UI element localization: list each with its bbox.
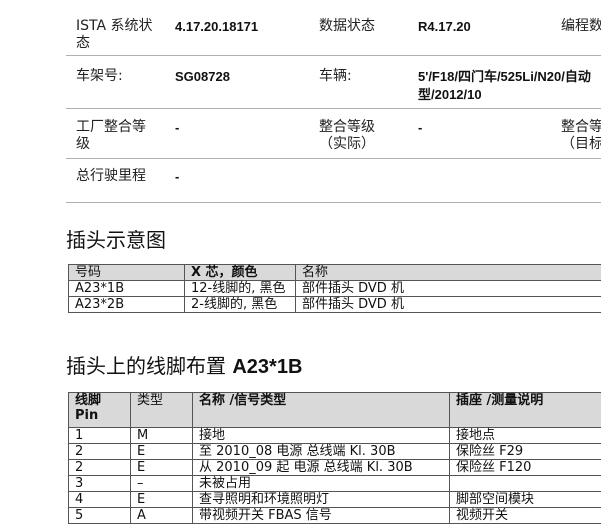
pin-signal-name: 从 2010_09 起 电源 总线端 Kl. 30B (192, 459, 450, 476)
pin-signal-name: 至 2010_08 电源 总线端 Kl. 30B (192, 443, 450, 460)
pin-number: 3 (68, 475, 131, 492)
pin-socket: 保险丝 F29 (449, 443, 601, 460)
info-divider (66, 55, 601, 56)
data-status-value: R4.17.20 (418, 19, 471, 34)
pin-type: E (130, 443, 193, 460)
connector-number: A23*2B (68, 296, 185, 313)
table-header-row: 线脚 Pin 类型 名称 /信号类型 插座 /测量说明 (68, 392, 601, 428)
info-divider (66, 108, 601, 109)
pin-signal-name: 未被占用 (192, 475, 450, 492)
pin-socket: 保险丝 F120 (449, 459, 601, 476)
connector-pins: 2-线脚的, 黑色 (184, 296, 296, 313)
connector-pins: 12-线脚的, 黑色 (184, 280, 296, 297)
pin-type: A (130, 507, 193, 524)
factory-level-label: 工厂整合等级 (76, 119, 146, 152)
connector-name: 部件插头 DVD 机 (295, 280, 601, 297)
actual-level-value: - (418, 120, 423, 135)
table-row: A23*2B 2-线脚的, 黑色 部件插头 DVD 机 (68, 296, 601, 313)
pin-type: E (130, 459, 193, 476)
table-row: 3 – 未被占用 (68, 475, 601, 492)
pin-socket: 接地点 (449, 427, 601, 444)
column-header-socket: 插座 /测量说明 (449, 392, 601, 428)
column-header-pins: X 芯，颜色 (184, 264, 296, 281)
column-header-number: 号码 (68, 264, 185, 281)
pin-socket: 视频开关 (449, 507, 601, 524)
pin-table: 线脚 Pin 类型 名称 /信号类型 插座 /测量说明 1 M 接地 接地点 2… (68, 392, 601, 524)
column-header-name: 名称 (295, 264, 601, 281)
table-row: 2 E 从 2010_09 起 电源 总线端 Kl. 30B 保险丝 F120 (68, 459, 601, 476)
pin-number: 4 (68, 491, 131, 508)
factory-level-value: - (175, 120, 180, 135)
table-row: 1 M 接地 接地点 (68, 427, 601, 444)
connector-section-title: 插头示意图 (66, 228, 166, 252)
ista-status-label: ISTA 系统状态 (76, 18, 153, 51)
target-level-label-line2: （目标 (561, 136, 601, 152)
pin-socket: 脚部空间模块 (449, 491, 601, 508)
pin-number: 1 (68, 427, 131, 444)
pin-type: E (130, 491, 193, 508)
ista-status-value: 4.17.20.18171 (175, 19, 259, 34)
pin-section-title-connector: A23*1B (232, 356, 303, 378)
pin-signal-name: 带视频开关 FBAS 信号 (192, 507, 450, 524)
connector-number: A23*1B (68, 280, 185, 297)
pin-socket (449, 475, 601, 492)
mileage-value: - (175, 169, 180, 184)
pin-signal-name: 接地 (192, 427, 450, 444)
pin-number: 2 (68, 459, 131, 476)
actual-level-label: 整合等级（实际） (319, 119, 375, 152)
pin-section-title: 插头上的线脚布置 A23*1B (66, 354, 302, 379)
connector-name: 部件插头 DVD 机 (295, 296, 601, 313)
table-row: 5 A 带视频开关 FBAS 信号 视频开关 (68, 507, 601, 524)
data-status-label: 数据状态 (319, 18, 375, 34)
pin-type: M (130, 427, 193, 444)
pin-section-title-prefix: 插头上的线脚布置 (66, 354, 226, 378)
table-row: 2 E 至 2010_08 电源 总线端 Kl. 30B 保险丝 F29 (68, 443, 601, 460)
column-header-signal-name: 名称 /信号类型 (192, 392, 450, 428)
table-row: 4 E 查寻照明和环境照明灯 脚部空间模块 (68, 491, 601, 508)
info-divider (66, 202, 601, 203)
vehicle-value-line2: 型/2012/10 (418, 87, 482, 102)
pin-number: 2 (68, 443, 131, 460)
mileage-label: 总行驶里程 (76, 168, 146, 184)
pin-type: – (130, 475, 193, 492)
vehicle-label: 车辆: (319, 68, 352, 84)
column-header-type: 类型 (130, 392, 193, 428)
vin-label: 车架号: (76, 68, 123, 84)
table-header-row: 号码 X 芯，颜色 名称 (68, 264, 601, 281)
vehicle-value-line1: 5'/F18/四门车/525Li/N20/自动 (418, 69, 591, 84)
table-row: A23*1B 12-线脚的, 黑色 部件插头 DVD 机 (68, 280, 601, 297)
pin-signal-name: 查寻照明和环境照明灯 (192, 491, 450, 508)
programming-label: 编程数 (561, 18, 601, 34)
connector-table: 号码 X 芯，颜色 名称 A23*1B 12-线脚的, 黑色 部件插头 DVD … (68, 264, 601, 313)
vin-value: SG08728 (175, 69, 230, 84)
target-level-label-line1: 整合等 (561, 119, 601, 135)
info-divider (66, 158, 601, 159)
column-header-pin: 线脚 Pin (68, 392, 131, 428)
pin-number: 5 (68, 507, 131, 524)
